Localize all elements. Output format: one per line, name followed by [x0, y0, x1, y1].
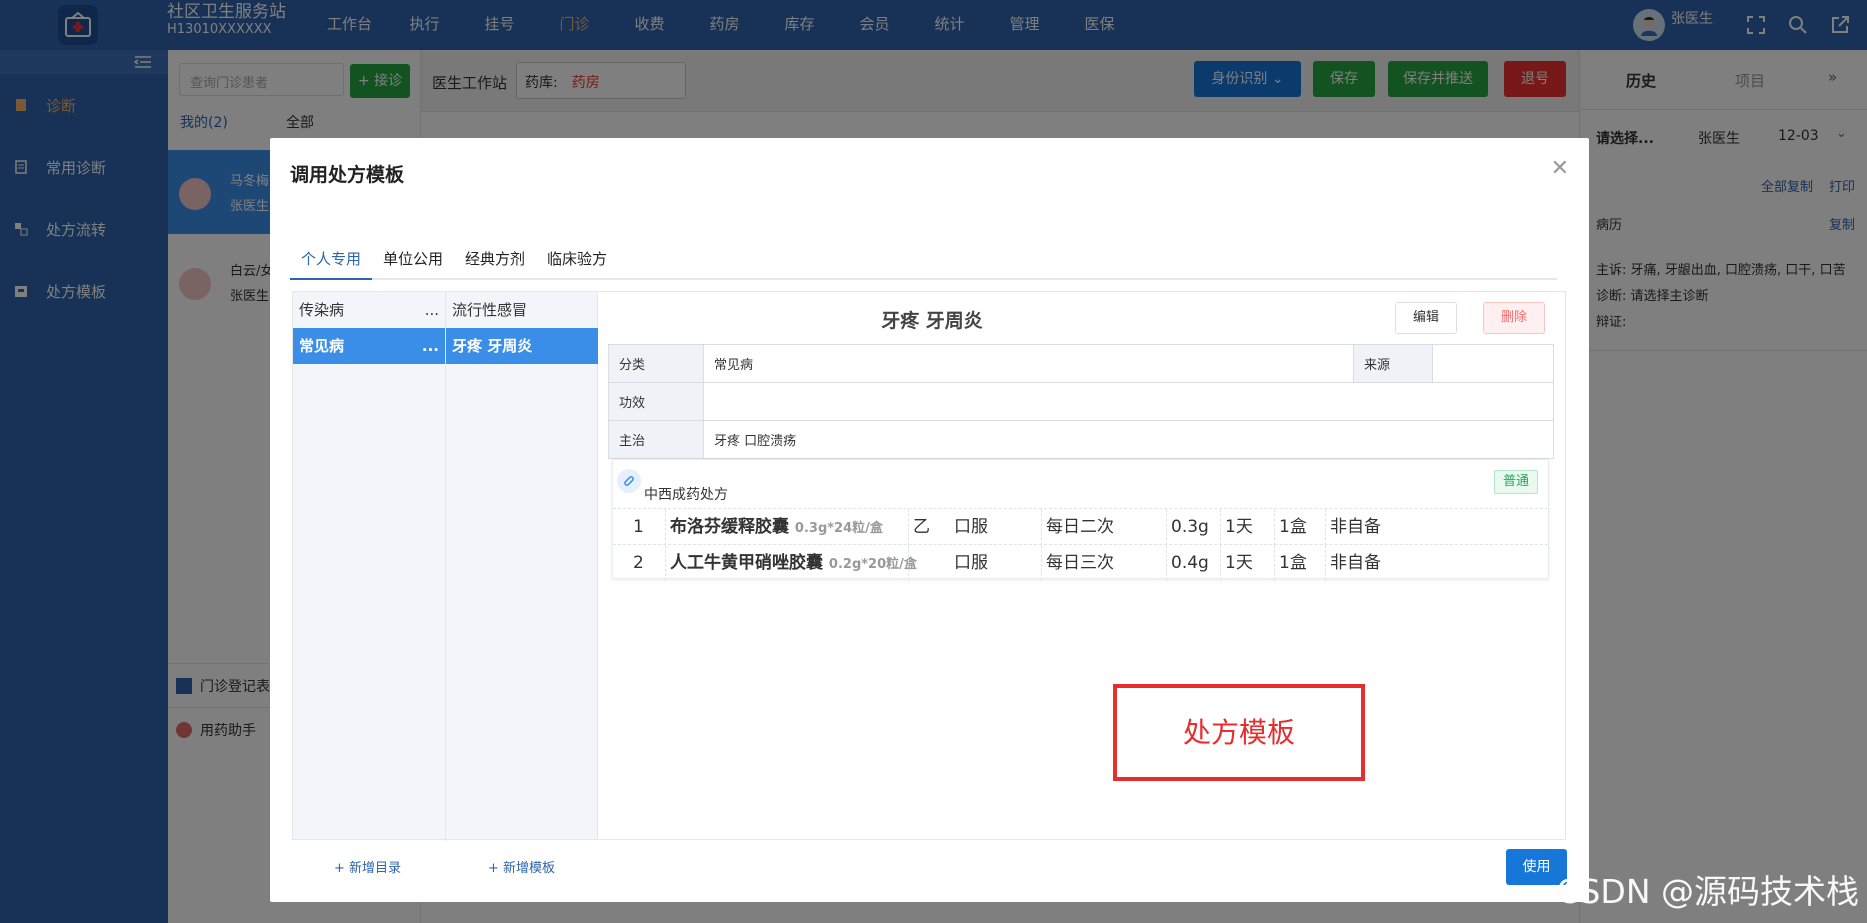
indication-value: 牙疼 口腔溃疡: [703, 420, 1554, 459]
drug-quantity: 1盒: [1274, 545, 1307, 581]
tree-template-column: 流行性感冒 牙疼 牙周炎: [446, 292, 599, 841]
drug-frequency: 每日三次: [1041, 545, 1114, 581]
tab-unit[interactable]: 单位公用: [372, 246, 454, 280]
prescription-name: 中西成药处方: [644, 487, 728, 503]
effect-label: 功效: [608, 382, 704, 421]
delete-button[interactable]: 删除: [1483, 302, 1545, 334]
template-title: 牙疼 牙周炎: [881, 310, 983, 332]
tree-category-column: 传染病... 常见病...: [293, 292, 446, 841]
drug-no: 2: [633, 553, 644, 573]
drug-class: 乙: [908, 509, 930, 545]
drug-route: 口服: [954, 517, 988, 537]
template-info-table: 分类 常见病 来源 功效 主治 牙疼 口腔溃疡: [608, 344, 1554, 459]
edit-button[interactable]: 编辑: [1395, 302, 1457, 334]
drug-dose: 0.4g: [1166, 545, 1209, 581]
drug-route: 口服: [954, 553, 988, 573]
drug-days: 1天: [1220, 509, 1253, 545]
add-directory-link[interactable]: + 新增目录: [334, 857, 401, 876]
drug-dose: 0.3g: [1166, 509, 1209, 545]
drug-name: 人工牛黄甲硝唑胶囊 0.2g*20粒/盒: [665, 545, 917, 581]
tree-item-category[interactable]: 传染病...: [293, 292, 445, 328]
source-value: [1432, 344, 1554, 383]
source-label: 来源: [1353, 344, 1433, 383]
template-detail: 牙疼 牙周炎 编辑 删除 分类 常见病 来源 功效 主治 牙疼 口腔溃疡 中西成…: [598, 291, 1566, 840]
drug-note: 非自备: [1325, 545, 1381, 581]
annotation-box: 处方模板: [1113, 684, 1365, 781]
tree-item-template[interactable]: 流行性感冒: [446, 292, 599, 328]
drug-name: 布洛芬缓释胶囊 0.3g*24粒/盒: [665, 509, 883, 545]
drug-no: 1: [633, 517, 644, 537]
tab-clinical[interactable]: 临床验方: [536, 246, 618, 280]
table-row[interactable]: 1 布洛芬缓释胶囊 0.3g*24粒/盒 乙 口服 每日二次 0.3g 1天 1…: [613, 508, 1548, 545]
template-tabs: 个人专用 单位公用 经典方剂 临床验方: [290, 246, 1557, 280]
add-template-link[interactable]: + 新增模板: [488, 857, 555, 876]
drug-class: [908, 545, 913, 581]
prescription-card: 中西成药处方 普通 1 布洛芬缓释胶囊 0.3g*24粒/盒 乙 口服 每日二次…: [612, 459, 1549, 581]
watermark: CSDN @源码技术栈: [1556, 872, 1859, 911]
tab-classic[interactable]: 经典方剂: [454, 246, 536, 280]
category-value: 常见病: [703, 344, 1354, 383]
prescription-header: 中西成药处方 普通: [613, 460, 1548, 503]
category-label: 分类: [608, 344, 704, 383]
table-row[interactable]: 2 人工牛黄甲硝唑胶囊 0.2g*20粒/盒 口服 每日三次 0.4g 1天 1…: [613, 544, 1548, 581]
drug-days: 1天: [1220, 545, 1253, 581]
tab-personal[interactable]: 个人专用: [290, 246, 373, 280]
tree-item-template-selected[interactable]: 牙疼 牙周炎: [446, 328, 599, 364]
close-icon[interactable]: ✕: [1551, 156, 1569, 181]
drug-quantity: 1盒: [1274, 509, 1307, 545]
pill-icon: [617, 469, 641, 493]
template-modal: 调用处方模板 ✕ 个人专用 单位公用 经典方剂 临床验方 传染病... 常见病.…: [270, 138, 1589, 902]
drug-frequency: 每日二次: [1041, 509, 1114, 545]
template-tree: 传染病... 常见病... 流行性感冒 牙疼 牙周炎: [292, 291, 599, 841]
tree-item-category-selected[interactable]: 常见病...: [293, 328, 445, 364]
modal-title: 调用处方模板: [290, 164, 405, 186]
effect-value: [703, 382, 1554, 421]
drug-note: 非自备: [1325, 509, 1381, 545]
indication-label: 主治: [608, 420, 704, 459]
prescription-tag: 普通: [1494, 470, 1538, 494]
